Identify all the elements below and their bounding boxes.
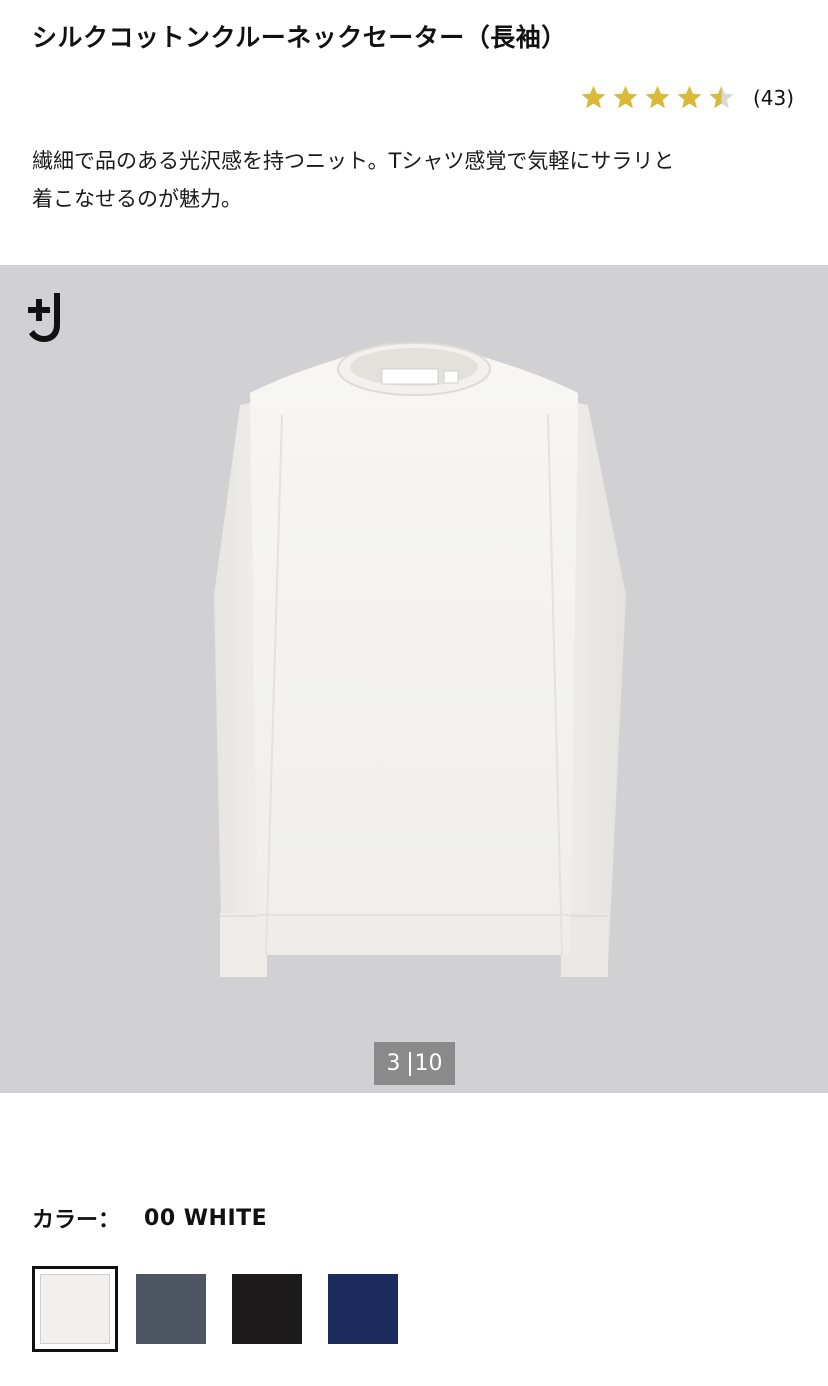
- star-icon: [613, 85, 638, 109]
- star-icon: [645, 85, 670, 109]
- swatch-fill: [328, 1274, 398, 1344]
- color-swatch-gray[interactable]: [128, 1266, 214, 1352]
- swatch-fill: [136, 1274, 206, 1344]
- product-image-gallery[interactable]: 3 10: [0, 265, 828, 1093]
- plus-j-logo-icon: [28, 293, 60, 342]
- product-description: 繊細で品のある光沢感を持つニット。Tシャツ感覚で気軽にサラリと 着こなせるのが魅…: [32, 142, 802, 218]
- pager-current: 3: [386, 1051, 401, 1076]
- swatch-fill: [40, 1274, 110, 1344]
- star-icon: [677, 85, 702, 109]
- image-pager: 3 10: [374, 1042, 455, 1085]
- color-swatch-navy[interactable]: [320, 1266, 406, 1352]
- color-label: カラー：: [32, 1208, 121, 1233]
- star-icon: [581, 85, 606, 109]
- pager-total: 10: [414, 1051, 443, 1076]
- selected-color-value: 00 WHITE: [144, 1205, 268, 1231]
- product-title: シルクコットンクルーネックセーター（長袖）: [32, 23, 567, 52]
- description-line: 着こなせるのが魅力。: [32, 187, 242, 211]
- color-selector-header: カラー： 00 WHITE: [32, 1202, 267, 1234]
- swatch-fill: [232, 1274, 302, 1344]
- rating[interactable]: (43): [580, 84, 794, 111]
- pager-separator: [408, 1051, 411, 1076]
- color-swatches: [32, 1266, 416, 1352]
- rating-stars: [580, 84, 735, 111]
- review-count[interactable]: (43): [753, 86, 794, 110]
- color-swatch-white[interactable]: [32, 1266, 118, 1352]
- product-image[interactable]: [0, 265, 828, 1093]
- color-swatch-black[interactable]: [224, 1266, 310, 1352]
- half-star-icon: [709, 85, 734, 109]
- description-line: 繊細で品のある光沢感を持つニット。Tシャツ感覚で気軽にサラリと: [32, 149, 675, 173]
